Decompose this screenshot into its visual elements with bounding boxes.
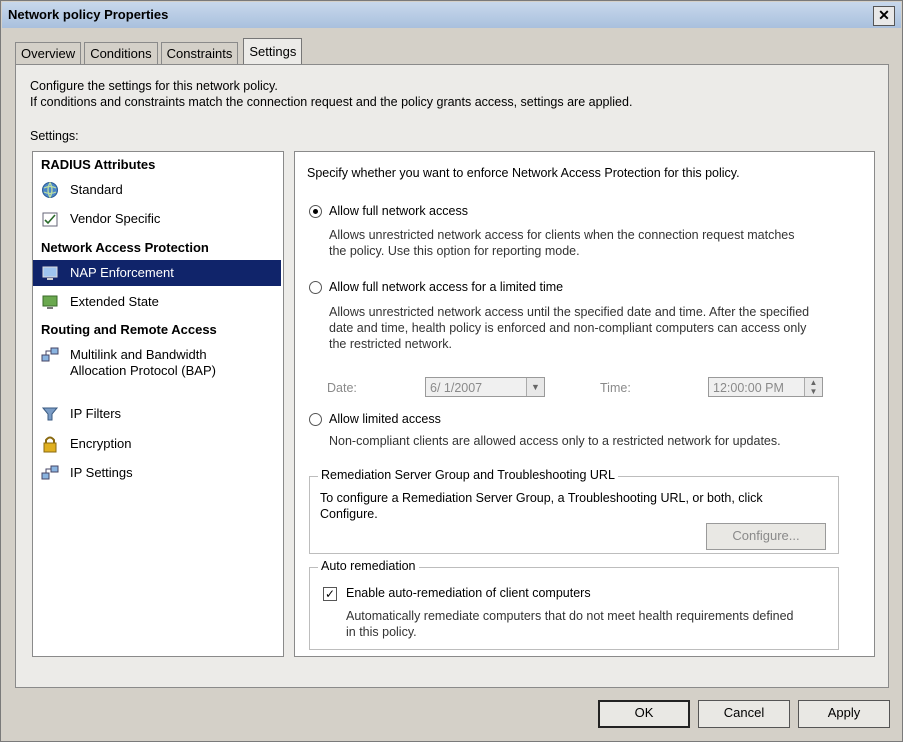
tree-item-encryption[interactable]: Encryption (33, 431, 281, 457)
tree-item-nap-enforcement[interactable]: NAP Enforcement (33, 260, 281, 286)
filter-icon (41, 405, 59, 423)
radio-full-access[interactable] (309, 205, 322, 218)
cancel-button[interactable]: Cancel (698, 700, 790, 728)
radio-limited-time[interactable] (309, 281, 322, 294)
network-icon (41, 346, 59, 364)
time-value: 12:00:00 PM (713, 381, 784, 395)
limited-access-label: Allow limited access (329, 412, 441, 426)
nap-enforcement-content: Specify whether you want to enforce Netw… (294, 151, 875, 657)
tree-item-ip-settings[interactable]: IP Settings (33, 460, 281, 486)
limited-time-desc-line1: Allows unrestricted network access until… (329, 305, 810, 319)
tree-item-label: Multilink and Bandwidth (70, 347, 207, 362)
apply-button[interactable]: Apply (798, 700, 890, 728)
full-access-desc-line2: the policy. Use this option for reportin… (329, 244, 580, 258)
tree-item-multilink-bap[interactable]: Multilink and Bandwidth Allocation Proto… (33, 342, 281, 382)
tree-item-extended-state[interactable]: Extended State (33, 289, 281, 315)
settings-tab-panel: Configure the settings for this network … (15, 64, 889, 688)
auto-remediation-desc-line1: Automatically remediate computers that d… (346, 609, 794, 623)
date-picker[interactable]: 6/ 1/2007 ▼ (425, 377, 545, 397)
tree-item-label: Extended State (70, 294, 159, 309)
configure-button[interactable]: Configure... (706, 523, 826, 550)
ok-button[interactable]: OK (598, 700, 690, 728)
tab-conditions[interactable]: Conditions (84, 42, 158, 65)
radio-limited-access[interactable] (309, 413, 322, 426)
monitor-icon (41, 264, 59, 282)
auto-remediation-title: Auto remediation (318, 559, 419, 573)
tree-item-label: IP Settings (70, 465, 133, 480)
tree-item-label-line2: Allocation Protocol (BAP) (70, 363, 216, 378)
network-policy-properties-dialog: Network policy Properties ✕ Overview Con… (0, 0, 903, 742)
remediation-text-line2: Configure. (320, 507, 378, 521)
title-bar[interactable]: Network policy Properties ✕ (2, 2, 901, 28)
remediation-group-title: Remediation Server Group and Troubleshoo… (318, 468, 618, 482)
tree-item-label: IP Filters (70, 406, 122, 421)
auto-remediation-desc-line2: in this policy. (346, 625, 417, 639)
close-button[interactable]: ✕ (873, 6, 895, 26)
tree-heading-rras: Routing and Remote Access (41, 322, 217, 337)
lock-icon (41, 435, 59, 453)
date-value: 6/ 1/2007 (430, 381, 483, 395)
time-picker[interactable]: 12:00:00 PM ▲ ▼ (708, 377, 823, 397)
tab-strip: Overview Conditions Constraints Settings (15, 38, 305, 65)
panel-description-line2: If conditions and constraints match the … (30, 95, 633, 109)
full-access-label: Allow full network access (329, 204, 468, 218)
limited-time-label: Allow full network access for a limited … (329, 280, 564, 294)
remediation-group: Remediation Server Group and Troubleshoo… (309, 468, 839, 554)
auto-remediation-group: Auto remediation ✓ Enable auto-remediati… (309, 559, 839, 650)
tab-settings[interactable]: Settings (243, 38, 303, 65)
tree-item-label: Encryption (70, 436, 132, 451)
limited-time-desc-line3: the restricted network. (329, 337, 452, 351)
spinner-icon[interactable]: ▲ ▼ (804, 378, 822, 396)
globe-icon (41, 181, 59, 199)
checklist-icon (41, 210, 59, 228)
tree-item-label: NAP Enforcement (70, 265, 174, 280)
time-label: Time: (600, 381, 631, 395)
auto-remediation-label: Enable auto-remediation of client comput… (346, 586, 591, 600)
tab-constraints[interactable]: Constraints (160, 42, 239, 65)
network-icon (41, 464, 59, 482)
tree-item-ip-filters[interactable]: IP Filters (33, 401, 281, 427)
auto-remediation-checkbox[interactable]: ✓ (323, 587, 337, 601)
tree-heading-radius: RADIUS Attributes (41, 157, 156, 172)
remediation-text-line1: To configure a Remediation Server Group,… (320, 491, 763, 505)
close-icon: ✕ (878, 7, 890, 23)
tree-item-label: Vendor Specific (70, 211, 161, 226)
date-label: Date: (327, 381, 357, 395)
limited-access-desc: Non-compliant clients are allowed access… (329, 434, 781, 448)
settings-label: Settings: (30, 129, 79, 143)
tree-item-standard[interactable]: Standard (33, 177, 281, 203)
tab-overview[interactable]: Overview (15, 42, 82, 65)
tree-item-label: Standard (70, 182, 123, 197)
settings-tree: RADIUS Attributes Standard Vendor Specif… (32, 151, 284, 657)
limited-time-desc-line2: date and time, health policy is enforced… (329, 321, 807, 335)
chevron-down-icon[interactable]: ▼ (526, 378, 544, 396)
tree-heading-nap: Network Access Protection (41, 240, 209, 255)
window-title: Network policy Properties (8, 7, 169, 22)
state-icon (41, 293, 59, 311)
panel-description-line1: Configure the settings for this network … (30, 79, 278, 93)
tree-item-vendor-specific[interactable]: Vendor Specific (33, 206, 281, 232)
full-access-desc-line1: Allows unrestricted network access for c… (329, 228, 795, 242)
nap-prompt: Specify whether you want to enforce Netw… (307, 166, 740, 180)
